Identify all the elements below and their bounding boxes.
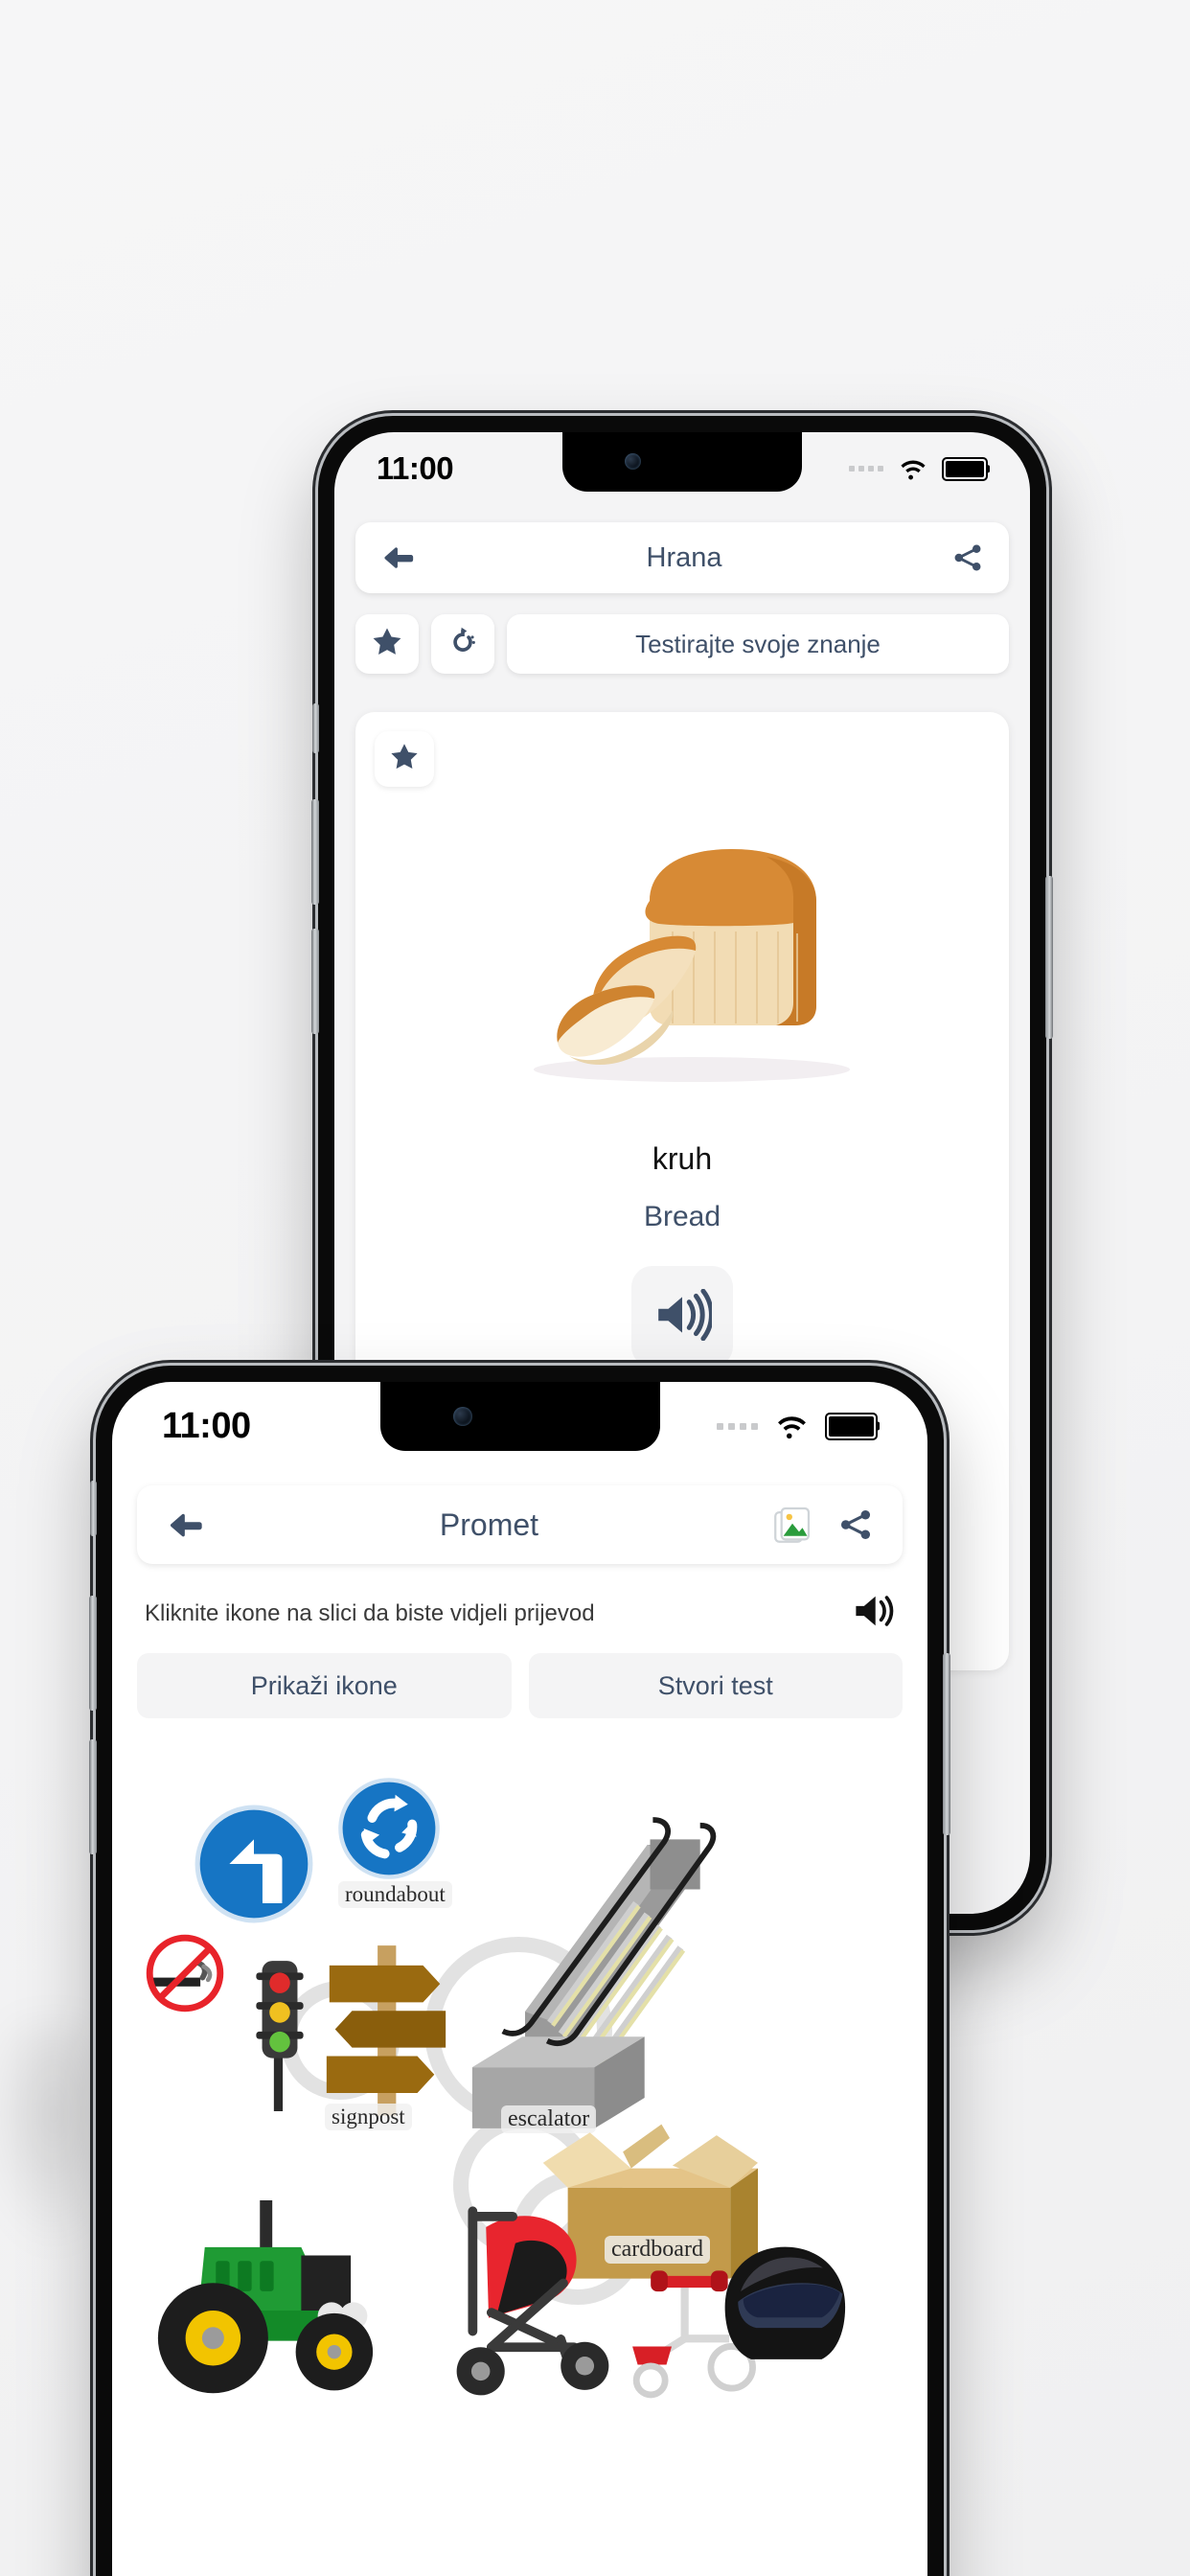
label-signpost[interactable]: signpost <box>325 2104 412 2130</box>
front-phone-device: 11:00 Promet Kliknite ikone na slici da … <box>89 1366 950 2576</box>
status-bar: 11:00 <box>334 446 1030 492</box>
screenshot-stage: 11:00 Hrana Testirajte svoje znanje kruh… <box>0 0 1190 2576</box>
arrow-left-icon[interactable] <box>166 1509 206 1541</box>
page-title: Promet <box>439 1506 539 1542</box>
create-test-button[interactable]: Stvori test <box>528 1653 903 1718</box>
action-buttons: Prikaži ikone Stvori test <box>137 1653 903 1718</box>
show-icons-button[interactable]: Prikaži ikone <box>137 1653 512 1718</box>
hint-text: Kliknite ikone na slici da biste vidjeli… <box>145 1599 595 1626</box>
volume-up-button[interactable] <box>89 1596 97 1711</box>
roundabout-sign[interactable] <box>336 1776 442 1886</box>
star-icon <box>389 742 420 776</box>
test-knowledge-button[interactable]: Testirajte svoje znanje <box>507 614 1009 674</box>
helmet[interactable] <box>712 2234 856 2382</box>
card-word-native: kruh <box>652 1141 713 1176</box>
tractor[interactable] <box>141 2178 390 2404</box>
page-title: Hrana <box>646 541 722 573</box>
status-time: 11:00 <box>162 1405 251 1446</box>
battery-full-icon <box>942 456 988 481</box>
sliced-bread-image <box>355 794 1009 1111</box>
silent-switch[interactable] <box>90 1481 97 1536</box>
front-phone-screen: 11:00 Promet Kliknite ikone na slici da … <box>112 1382 927 2576</box>
app-bar: Promet <box>137 1485 903 1564</box>
silent-switch[interactable] <box>312 703 319 753</box>
status-bar: 11:00 <box>112 1399 927 1453</box>
photo-stack-icon[interactable] <box>772 1505 812 1545</box>
hint-row: Kliknite ikone na slici da biste vidjeli… <box>137 1593 903 1634</box>
turn-left-sign[interactable] <box>193 1803 315 1930</box>
transport-collage[interactable]: roundabout signpost escalator cardboard <box>137 1768 903 2439</box>
app-bar: Hrana <box>355 522 1009 593</box>
label-roundabout[interactable]: roundabout <box>338 1881 452 1908</box>
favourite-button[interactable] <box>355 614 419 674</box>
wifi-icon <box>773 1412 811 1440</box>
battery-full-icon <box>825 1412 878 1440</box>
volume-up-button[interactable] <box>311 799 319 905</box>
refresh-rotate-icon <box>446 626 479 663</box>
status-time: 11:00 <box>377 450 454 486</box>
signpost[interactable] <box>315 1931 457 2124</box>
volume-down-button[interactable] <box>311 929 319 1034</box>
escalator[interactable] <box>442 1789 720 2149</box>
phone-shadow <box>0 2022 100 2252</box>
card-word-translation: Bread <box>643 1201 721 1232</box>
card-speak-button[interactable] <box>631 1266 733 1368</box>
shuffle-button[interactable] <box>431 614 494 674</box>
speaker-icon[interactable] <box>853 1593 895 1634</box>
speaker-icon <box>652 1288 714 1346</box>
share-icon[interactable] <box>951 541 984 574</box>
card-favourite-button[interactable] <box>375 731 434 787</box>
stroller[interactable] <box>432 2190 633 2405</box>
share-icon[interactable] <box>837 1506 874 1543</box>
toolbar: Testirajte svoje znanje <box>355 614 1009 674</box>
volume-down-button[interactable] <box>89 1739 97 1854</box>
wifi-icon <box>897 456 929 481</box>
no-smoking-sign[interactable] <box>141 1929 229 2022</box>
signal-dots-icon <box>717 1422 758 1430</box>
signal-dots-icon <box>849 466 883 472</box>
star-icon <box>371 626 403 662</box>
power-button[interactable] <box>943 1653 950 1835</box>
power-button[interactable] <box>1045 876 1053 1039</box>
arrow-left-icon[interactable] <box>380 543 417 572</box>
traffic-light[interactable] <box>250 1958 309 2116</box>
